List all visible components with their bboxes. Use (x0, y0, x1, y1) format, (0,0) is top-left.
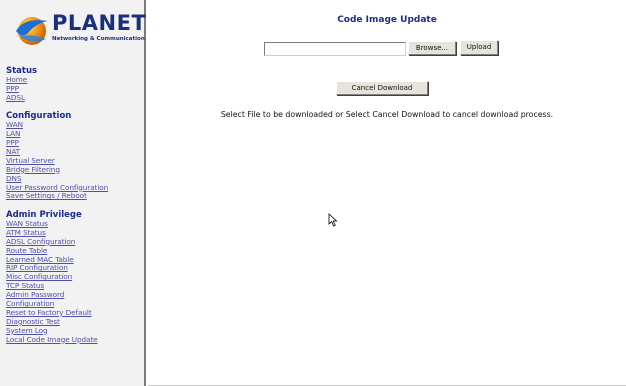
cancel-download-button[interactable]: Cancel Download (336, 81, 428, 95)
nav-link-home[interactable]: Home (6, 75, 144, 85)
brand-tagline: Networking & Communication (52, 36, 145, 42)
nav-link-ppp[interactable]: PPP (6, 138, 144, 148)
nav-link-bridge-filtering[interactable]: Bridge Filtering (6, 165, 144, 175)
nav-section-admin: Admin Privilege WAN Status ATM Status AD… (6, 210, 144, 345)
file-path-input[interactable] (264, 42, 406, 56)
nav-section-configuration: Configuration WAN LAN PPP NAT Virtual Se… (6, 111, 144, 201)
nav-link-lan[interactable]: LAN (6, 129, 144, 139)
instructions-text: Select File to be downloaded or Select C… (220, 110, 554, 119)
nav-link-save-reboot[interactable]: Save Settings / Reboot (6, 192, 144, 201)
nav-section-title: Configuration (6, 111, 72, 122)
main-content: Code Image Update Browse... Upload Cance… (148, 0, 626, 386)
navigation-menu: Status Home PPP ADSL Configuration WAN L… (6, 66, 144, 353)
browse-button[interactable]: Browse... (408, 41, 456, 55)
page-title: Code Image Update (337, 15, 437, 25)
mouse-cursor-icon (328, 213, 338, 227)
brand-name: PLANET (52, 11, 147, 35)
nav-section-status: Status Home PPP ADSL (6, 66, 144, 103)
nav-link-ppp-status[interactable]: PPP (6, 84, 144, 94)
upload-button[interactable]: Upload (460, 40, 498, 55)
nav-link-local-code-image-update[interactable]: Local Code Image Update (6, 335, 144, 345)
planet-logo[interactable]: PLANET Networking & Communication (14, 11, 146, 51)
sidebar: PLANET Networking & Communication Status… (0, 0, 146, 386)
nav-link-wan[interactable]: WAN (6, 120, 144, 130)
planet-globe-icon (16, 17, 48, 45)
nav-link-adsl-status[interactable]: ADSL (6, 93, 144, 103)
